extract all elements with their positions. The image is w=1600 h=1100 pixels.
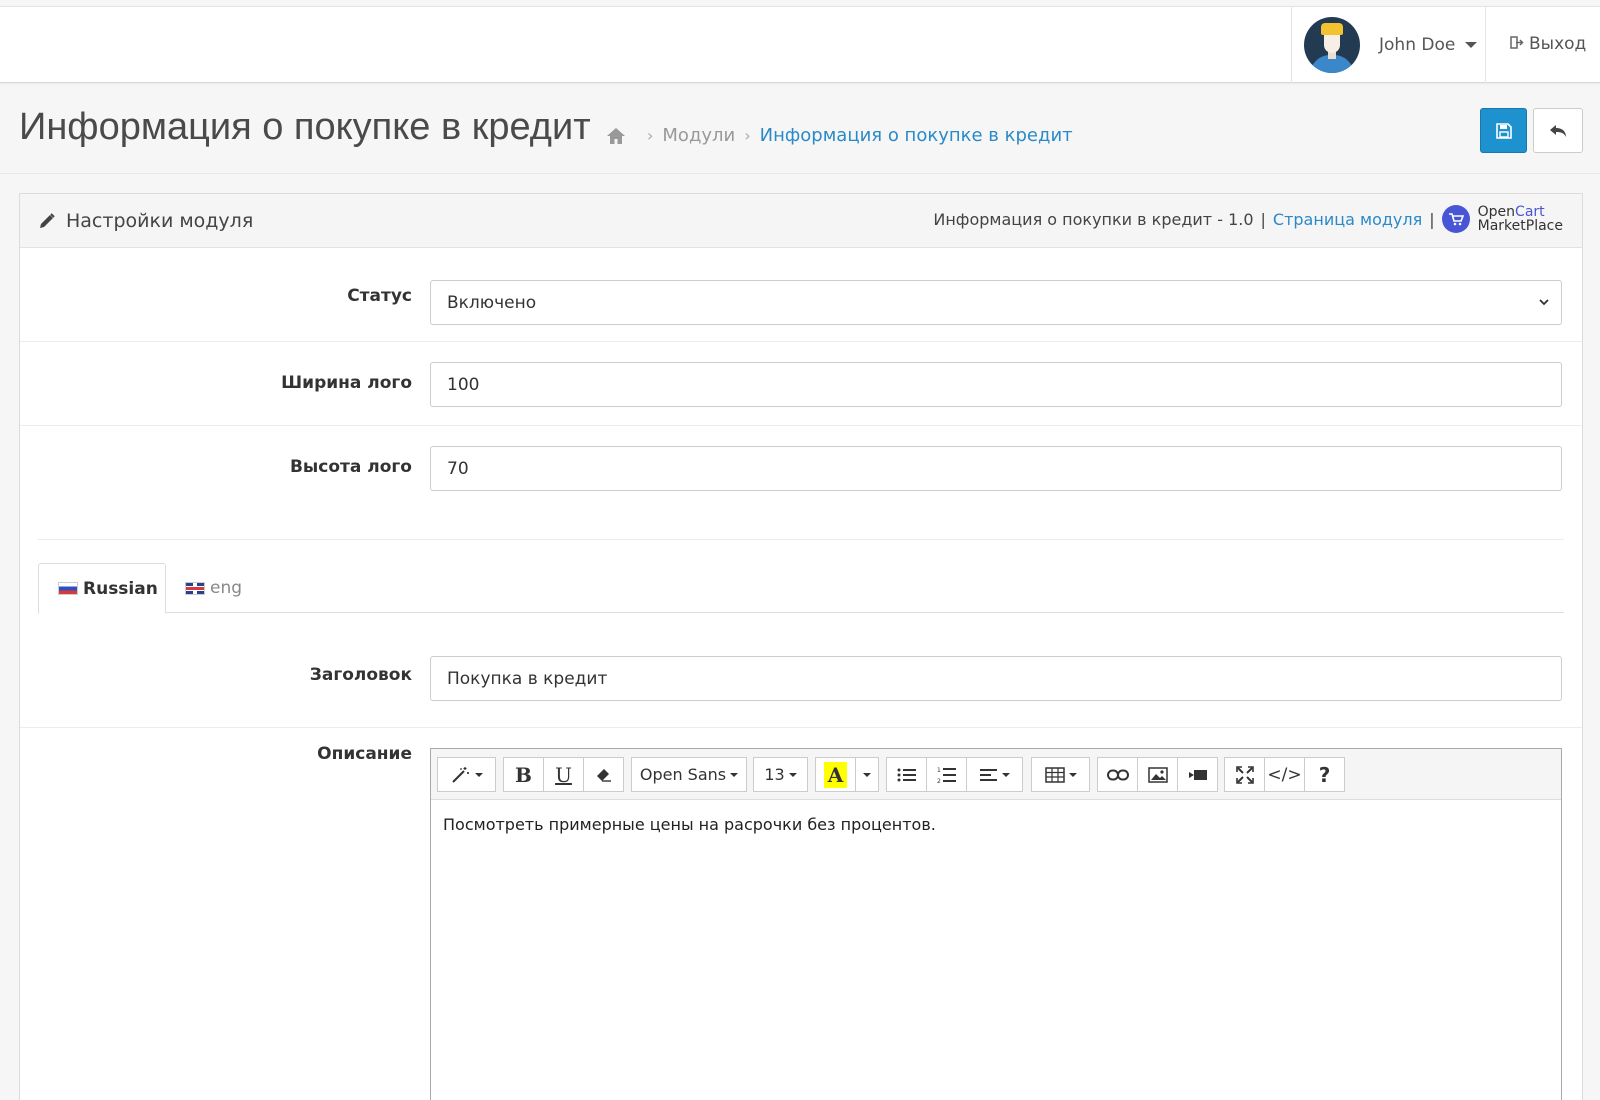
bold-button[interactable]: B: [503, 757, 544, 792]
save-button[interactable]: [1480, 108, 1527, 153]
module-info: Информация о покупки в кредит - 1.0: [933, 209, 1254, 229]
style-dropdown[interactable]: [437, 757, 496, 792]
heading-label: Заголовок: [309, 665, 412, 685]
chevron-down-icon: [1539, 299, 1549, 306]
svg-text:2: 2: [937, 778, 941, 784]
user-menu[interactable]: John Doe: [1291, 7, 1486, 83]
fullscreen-button[interactable]: [1224, 757, 1265, 792]
expand-icon: [1235, 765, 1254, 784]
table-icon: [1044, 766, 1065, 783]
uk-flag-icon: [185, 581, 205, 595]
text-color-dropdown[interactable]: [855, 757, 879, 792]
insert-link-button[interactable]: [1097, 757, 1138, 792]
heading-row: Заголовок Покупка в кредит: [20, 634, 1582, 728]
table-dropdown[interactable]: [1031, 757, 1090, 792]
panel-heading: Настройки модуля Информация о покупки в …: [20, 194, 1582, 248]
align-left-icon: [979, 768, 997, 781]
logo-height-label: Высота лого: [289, 457, 412, 477]
description-text: Посмотреть примерные цены на расрочки бе…: [443, 815, 936, 834]
floppy-disk-icon: [1495, 122, 1512, 139]
list-ol-icon: 12: [937, 767, 956, 784]
underline-button[interactable]: U: [543, 757, 584, 792]
page-header: Информация о покупке в кредит › Модули ›…: [0, 84, 1600, 174]
logo-width-input[interactable]: 100: [430, 362, 1562, 407]
font-color-icon: A: [823, 761, 848, 788]
editor-toolbar: B U Open Sans 13 A 12 </> ?: [431, 749, 1561, 800]
top-header: John Doe Выход: [0, 6, 1600, 83]
language-tabs: Russian eng: [38, 563, 1564, 614]
home-icon[interactable]: [606, 127, 626, 145]
logout-label: Выход: [1529, 34, 1587, 54]
insert-image-button[interactable]: [1137, 757, 1178, 792]
logo-height-input[interactable]: 70: [430, 446, 1562, 491]
page-title: Информация о покупке в кредит: [19, 106, 591, 148]
status-label: Статус: [347, 286, 412, 306]
help-button[interactable]: ?: [1304, 757, 1345, 792]
avatar: [1304, 17, 1360, 73]
status-select[interactable]: Включено: [430, 280, 1562, 325]
font-size-dropdown[interactable]: 13: [753, 757, 808, 792]
module-page-link[interactable]: Страница модуля: [1273, 210, 1422, 229]
panel-title: Настройки модуля: [38, 210, 253, 232]
logo-width-row: Ширина лого 100: [20, 342, 1582, 426]
russia-flag-icon: [58, 582, 78, 595]
font-family-dropdown[interactable]: Open Sans: [631, 757, 747, 792]
clear-format-button[interactable]: [583, 757, 624, 792]
module-meta: Информация о покупки в кредит - 1.0 | Ст…: [933, 204, 1563, 234]
picture-icon: [1147, 766, 1168, 783]
breadcrumb-separator: ›: [744, 126, 751, 145]
list-ul-icon: [897, 768, 916, 781]
rich-text-editor: B U Open Sans 13 A 12 </> ? Посмотреть п…: [430, 748, 1562, 1100]
logo-height-row: Высота лого 70: [20, 426, 1582, 526]
question-icon: ?: [1318, 762, 1331, 787]
heading-input[interactable]: Покупка в кредит: [430, 656, 1562, 701]
logout-link[interactable]: Выход: [1510, 34, 1586, 54]
user-name: John Doe: [1379, 35, 1456, 55]
description-label: Описание: [317, 744, 412, 764]
insert-video-button[interactable]: [1177, 757, 1218, 792]
eraser-icon: [596, 768, 611, 782]
unordered-list-button[interactable]: [886, 757, 927, 792]
tab-russian[interactable]: Russian: [38, 563, 166, 614]
sign-out-icon: [1510, 35, 1524, 53]
back-button[interactable]: [1533, 108, 1583, 153]
status-row: Статус Включено: [20, 248, 1582, 342]
code-icon: </>: [1267, 764, 1302, 785]
settings-panel: Настройки модуля Информация о покупки в …: [19, 193, 1583, 1100]
breadcrumb-item-modules[interactable]: Модули: [662, 125, 735, 146]
video-icon: [1188, 769, 1207, 780]
logo-width-label: Ширина лого: [281, 373, 412, 393]
divider: [38, 539, 1564, 540]
link-icon: [1106, 769, 1129, 780]
cart-icon: [1441, 205, 1470, 233]
status-selected-value: Включено: [447, 292, 537, 313]
breadcrumb-separator: ›: [647, 126, 654, 145]
reply-icon: [1550, 124, 1566, 137]
chevron-down-icon: [1465, 42, 1478, 48]
text-color-button[interactable]: A: [815, 757, 856, 792]
tab-eng[interactable]: eng: [185, 563, 242, 613]
pencil-icon: [40, 213, 55, 228]
opencart-marketplace-logo[interactable]: OpenCart MarketPlace: [1441, 205, 1563, 233]
breadcrumb-item-current[interactable]: Информация о покупке в кредит: [760, 125, 1073, 146]
editor-content[interactable]: Посмотреть примерные цены на расрочки бе…: [431, 800, 1561, 849]
magic-wand-icon: [451, 766, 469, 783]
breadcrumb: › Модули › Информация о покупке в кредит: [606, 125, 1073, 146]
panel-title-text: Настройки модуля: [66, 210, 254, 232]
ordered-list-button[interactable]: 12: [926, 757, 967, 792]
paragraph-align-dropdown[interactable]: [966, 757, 1023, 792]
code-view-button[interactable]: </>: [1264, 757, 1305, 792]
svg-text:1: 1: [937, 767, 941, 774]
